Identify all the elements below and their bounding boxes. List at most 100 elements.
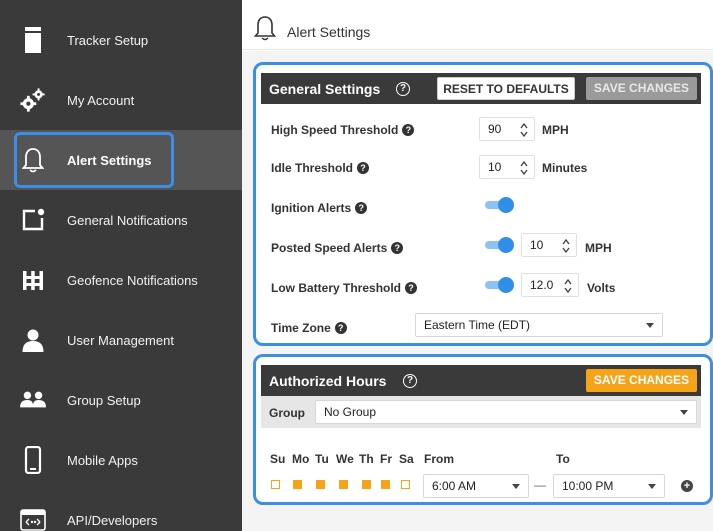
sidebar-item-label: Alert Settings [67,152,152,168]
chevron-down-icon [646,323,654,328]
low-battery-input[interactable]: 12.0 [521,273,579,297]
page-header: Alert Settings [242,0,713,50]
from-label: From [424,452,454,466]
posted-speed-value: 10 [530,238,544,252]
geofence-icon [20,267,46,293]
spinner-icon[interactable] [563,277,573,295]
day-checkbox-we[interactable] [339,480,348,489]
chevron-down-icon [680,410,688,415]
sidebar-item-user-management[interactable]: User Management [0,310,242,370]
ignition-alerts-label-text: Ignition Alerts [271,201,352,215]
sidebar-item-my-account[interactable]: My Account [0,70,242,130]
help-icon[interactable]: ? [405,282,418,294]
day-checkbox-mo[interactable] [293,480,302,489]
sidebar-item-label: General Notifications [67,212,188,228]
time-zone-label-text: Time Zone [271,321,331,335]
api-icon [20,507,46,531]
spinner-icon[interactable] [519,159,529,177]
page-title: Alert Settings [287,24,371,40]
posted-speed-unit: MPH [585,241,612,255]
high-speed-label: High Speed Threshold? [271,123,415,137]
sidebar-item-general-notifications[interactable]: General Notifications [0,190,242,250]
reset-defaults-button[interactable]: RESET TO DEFAULTS [437,77,575,100]
day-checkbox-th[interactable] [362,480,371,489]
sidebar-item-mobile-apps[interactable]: Mobile Apps [0,430,242,490]
notification-icon [20,207,46,233]
bell-icon [253,15,277,46]
high-speed-value: 90 [488,122,502,136]
idle-threshold-unit: Minutes [542,161,588,175]
save-hours-button[interactable]: SAVE CHANGES [586,369,697,392]
user-icon [20,327,46,353]
help-icon[interactable]: ? [334,322,347,334]
low-battery-toggle[interactable] [485,277,515,293]
sidebar-item-label: Group Setup [67,392,141,408]
spinner-icon[interactable] [519,121,529,139]
posted-speed-toggle[interactable] [485,237,515,253]
day-label: Tu [315,452,329,466]
idle-threshold-label: Idle Threshold? [271,161,370,175]
group-select[interactable]: No Group [315,400,697,424]
help-icon[interactable]: ? [355,202,368,214]
high-speed-input[interactable]: 90 [479,117,535,141]
general-settings-panel: General Settings ? RESET TO DEFAULTS SAV… [253,62,713,346]
general-settings-title: General Settings [269,81,381,97]
idle-threshold-input[interactable]: 10 [479,155,535,179]
sidebar-item-label: Tracker Setup [67,32,149,48]
sidebar: Tracker Setup My Account Alert Settings … [0,0,242,531]
from-time-value: 6:00 AM [432,479,477,493]
group-icon [20,387,46,413]
day-label: Mo [292,452,310,466]
ignition-alerts-label: Ignition Alerts? [271,201,368,215]
day-checkbox-tu[interactable] [316,480,325,489]
help-icon[interactable]: ? [402,124,415,136]
sidebar-item-label: Mobile Apps [67,452,138,468]
add-time-icon[interactable]: + [681,480,693,492]
day-checkbox-sa[interactable] [401,480,410,489]
posted-speed-label-text: Posted Speed Alerts [271,241,388,255]
group-bar: Group No Group [261,396,701,428]
spinner-icon[interactable] [561,237,571,255]
day-checkbox-fr[interactable] [381,480,390,489]
save-changes-button[interactable]: SAVE CHANGES [586,77,697,100]
sidebar-item-label: API/Developers [67,512,158,528]
day-label: Th [359,452,374,466]
time-zone-value: Eastern Time (EDT) [424,318,531,332]
chevron-down-icon [648,484,656,489]
authorized-hours-header: Authorized Hours ? SAVE CHANGES [261,365,701,396]
phone-icon [20,446,46,474]
time-zone-label: Time Zone? [271,321,347,335]
chevron-down-icon [512,484,520,489]
help-icon[interactable]: ? [357,162,370,174]
from-time-select[interactable]: 6:00 AM [423,474,529,498]
sidebar-item-label: My Account [67,92,135,108]
help-icon[interactable]: ? [403,374,417,388]
time-separator: — [534,478,546,492]
ignition-alerts-toggle[interactable] [485,197,515,213]
sidebar-item-tracker-setup[interactable]: Tracker Setup [0,10,242,70]
time-zone-select[interactable]: Eastern Time (EDT) [415,313,663,337]
to-time-select[interactable]: 10:00 PM [553,474,665,498]
sidebar-item-label: User Management [67,332,174,348]
authorized-hours-title: Authorized Hours [269,373,387,389]
group-value: No Group [324,405,377,419]
gears-icon [20,87,46,113]
posted-speed-label: Posted Speed Alerts? [271,241,404,255]
to-label: To [556,452,570,466]
help-icon[interactable]: ? [396,82,410,96]
sidebar-item-api-developers[interactable]: API/Developers [0,490,242,531]
high-speed-unit: MPH [542,123,569,137]
sidebar-item-alert-settings[interactable]: Alert Settings [0,130,242,190]
low-battery-label-text: Low Battery Threshold [271,281,402,295]
low-battery-unit: Volts [587,281,616,295]
help-icon[interactable]: ? [391,242,404,254]
idle-threshold-value: 10 [488,160,502,174]
bell-icon [20,147,46,173]
idle-threshold-label-text: Idle Threshold [271,161,354,175]
sidebar-item-group-setup[interactable]: Group Setup [0,370,242,430]
sidebar-item-label: Geofence Notifications [67,272,198,288]
sidebar-item-geofence-notifications[interactable]: Geofence Notifications [0,250,242,310]
tracker-icon [20,27,46,53]
day-checkbox-su[interactable] [271,480,280,489]
posted-speed-input[interactable]: 10 [521,233,577,257]
